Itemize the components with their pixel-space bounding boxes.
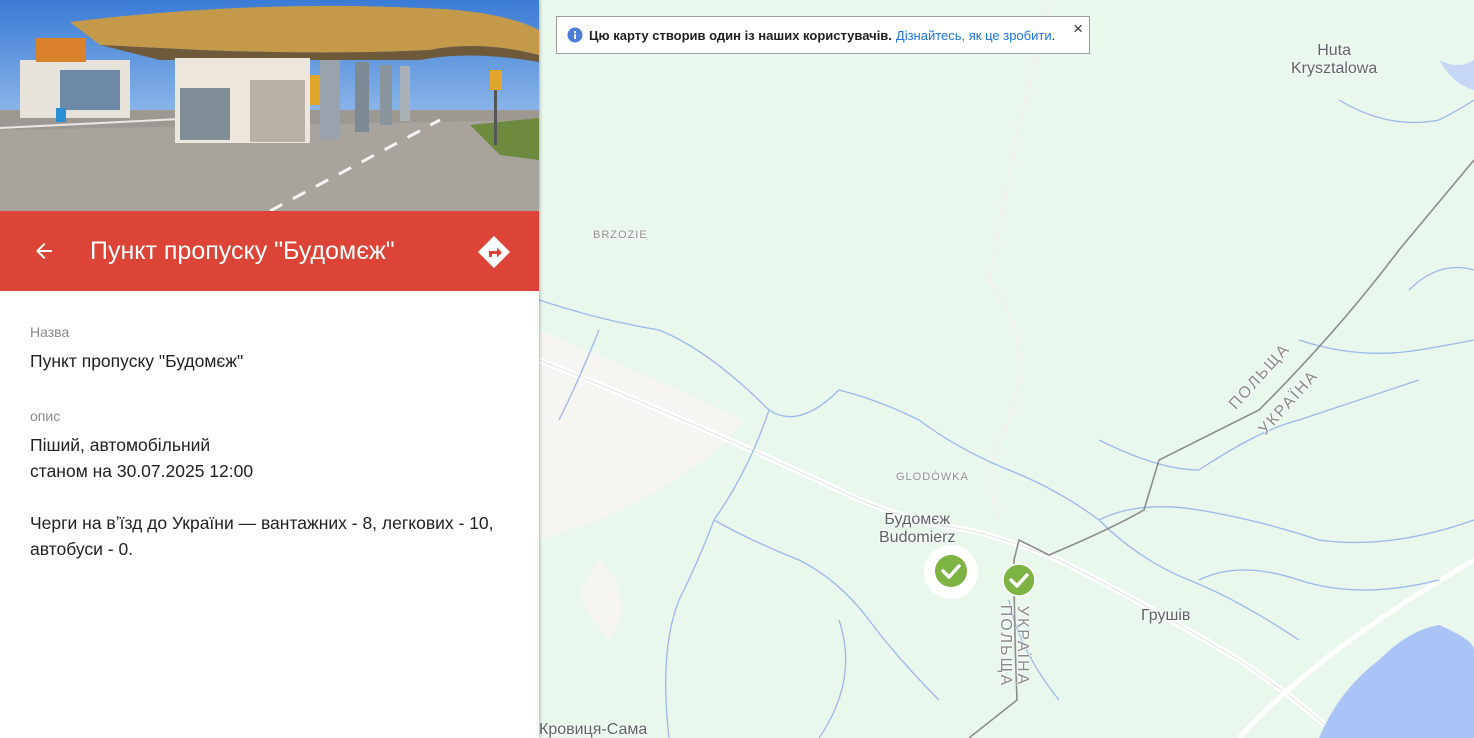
- info-icon: [567, 27, 583, 43]
- map-label-hrushiv: Грушів: [1141, 607, 1191, 624]
- map-label-line: Krysztalowa: [1291, 60, 1378, 77]
- map-canvas[interactable]: Huta Krysztalowa BRZOZIE GLODÓWKA Будомє…: [539, 0, 1474, 738]
- description-line: [30, 484, 520, 510]
- description-field: опис Піший, автомобільний станом на 30.0…: [30, 408, 520, 562]
- field-label: опис: [30, 408, 61, 424]
- description-line: автобуси - 0.: [30, 539, 134, 559]
- place-details: Назва Пункт пропуску "Будомєж" опис Піши…: [30, 324, 520, 596]
- notice-period: .: [1051, 27, 1056, 43]
- selected-checkpoint-marker[interactable]: [922, 543, 980, 601]
- field-value: Пункт пропуску "Будомєж": [30, 351, 244, 371]
- back-button[interactable]: [26, 233, 62, 269]
- field-label: Назва: [30, 324, 70, 340]
- close-icon[interactable]: ×: [1073, 19, 1083, 39]
- map-label-glodowka: GLODÓWKA: [896, 471, 969, 483]
- border-label-ukraine: УКРАЇНА: [1014, 605, 1032, 687]
- place-details-panel: Пункт пропуску "Будомєж" Назва Пункт про…: [0, 0, 539, 738]
- user-map-notice: Цю карту створив один із наших користува…: [556, 16, 1090, 54]
- map-label-krovytsia: Кровиця-Сама: [539, 721, 648, 738]
- map-label-line: Будомєж: [884, 511, 951, 528]
- description-line: Черги на вʼїзд до України — вантажних - …: [30, 513, 494, 533]
- directions-icon[interactable]: [474, 232, 514, 272]
- border-crossing-photo: [0, 0, 539, 211]
- name-field: Назва Пункт пропуску "Будомєж": [30, 324, 520, 374]
- border-label-poland: ПОЛЬЩА: [997, 604, 1015, 688]
- page-title: Пункт пропуску "Будомєж": [90, 237, 395, 265]
- arrow-left-icon: [36, 243, 52, 259]
- map-label-brzozie: BRZOZIE: [593, 229, 648, 241]
- map-label-line: Huta: [1317, 42, 1352, 59]
- notice-text: Цю карту створив один із наших користува…: [589, 27, 892, 43]
- checkpoint-marker[interactable]: [1002, 563, 1036, 597]
- panel-header: Пункт пропуску "Будомєж": [0, 211, 539, 291]
- map-label-budomezh: Будомєж Budomierz: [879, 511, 955, 547]
- map-label-huta: Huta Krysztalowa: [1291, 42, 1377, 78]
- description-line: Піший, автомобільний: [30, 435, 211, 455]
- learn-how-link[interactable]: Дізнайтесь, як це зробити: [896, 28, 1052, 43]
- description-line: станом на 30.07.2025 12:00: [30, 461, 254, 481]
- place-photo[interactable]: [0, 0, 539, 211]
